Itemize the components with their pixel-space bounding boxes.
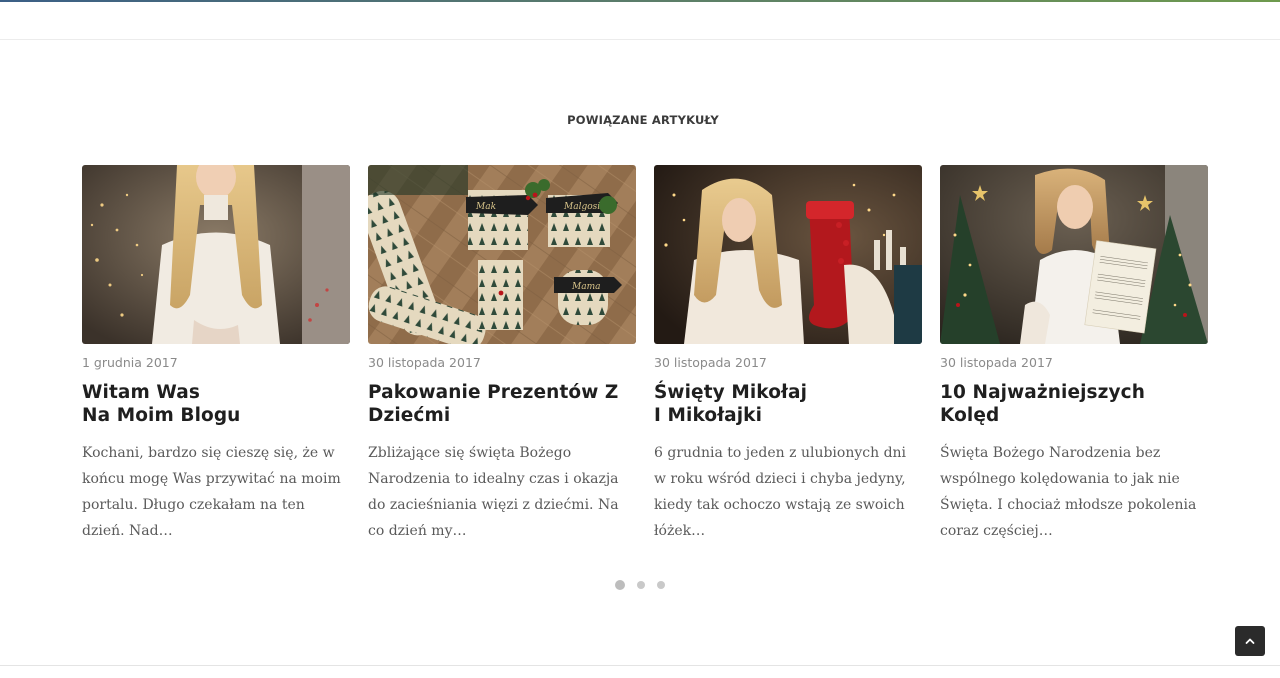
article-thumbnail[interactable]	[940, 165, 1208, 344]
article-title-line[interactable]: Pakowanie Prezentów Z	[368, 381, 636, 404]
section-title: POWIĄZANE ARTYKUŁY	[567, 113, 719, 127]
article-thumbnail[interactable]	[654, 165, 922, 344]
article-title[interactable]: Witam Was Na Moim Blogu	[82, 381, 350, 427]
article-thumbnail[interactable]: Mak Malgosia Mama	[368, 165, 636, 344]
article-date: 1 grudnia 2017	[82, 355, 178, 370]
article-title[interactable]: 10 Najważniejszych Kolęd	[940, 381, 1208, 427]
article-date: 30 listopada 2017	[940, 355, 1053, 370]
carousel-dot-1[interactable]	[615, 580, 625, 590]
article-date: 30 listopada 2017	[368, 355, 481, 370]
back-to-top-button[interactable]	[1235, 626, 1265, 656]
article-card[interactable]: 1 grudnia 2017 Witam Was Na Moim Blogu K…	[82, 165, 350, 544]
article-card[interactable]: Mak Malgosia Mama 30 listopada 2017 Pakowa…	[368, 165, 636, 544]
article-title-line[interactable]: Dziećmi	[368, 404, 636, 427]
article-title-line[interactable]: Na Moim Blogu	[82, 404, 350, 427]
article-title-line[interactable]: Witam Was	[82, 381, 350, 404]
article-title-line[interactable]: Święty Mikołaj	[654, 381, 922, 404]
footer-divider	[0, 665, 1280, 666]
carousel-pagination	[615, 580, 665, 590]
header-divider	[0, 39, 1280, 40]
article-excerpt: Zbliżające się święta Bożego Narodzenia …	[368, 445, 619, 539]
article-excerpt: 6 grudnia to jeden z ulubionych dni w ro…	[654, 445, 907, 539]
svg-text:Mak: Mak	[475, 202, 496, 212]
article-image	[82, 165, 350, 344]
article-excerpt: Kochani, bardzo się cieszę się, że w koń…	[82, 445, 341, 539]
article-image: Mak MalgosiaMama	[368, 165, 636, 344]
chevron-up-icon	[1245, 638, 1255, 644]
article-image	[654, 165, 922, 344]
article-thumbnail[interactable]	[82, 165, 350, 344]
top-accent-bar	[0, 0, 1280, 2]
article-title-line[interactable]: I Mikołajki	[654, 404, 922, 427]
article-excerpt: Święta Bożego Narodzenia bez wspólnego k…	[940, 445, 1197, 539]
article-image	[940, 165, 1208, 344]
svg-text:Mama: Mama	[571, 282, 600, 292]
article-title-line[interactable]: 10 Najważniejszych Kolęd	[940, 381, 1208, 427]
related-articles-carousel: 1 grudnia 2017 Witam Was Na Moim Blogu K…	[82, 165, 1208, 544]
article-date: 30 listopada 2017	[654, 355, 767, 370]
article-title[interactable]: Święty Mikołaj I Mikołajki	[654, 381, 922, 427]
carousel-dot-2[interactable]	[637, 581, 645, 589]
article-card[interactable]: 30 listopada 2017 Święty Mikołaj I Mikoł…	[654, 165, 922, 544]
article-title[interactable]: Pakowanie Prezentów Z Dziećmi	[368, 381, 636, 427]
article-card[interactable]: 30 listopada 2017 10 Najważniejszych Kol…	[940, 165, 1208, 544]
carousel-dot-3[interactable]	[657, 581, 665, 589]
